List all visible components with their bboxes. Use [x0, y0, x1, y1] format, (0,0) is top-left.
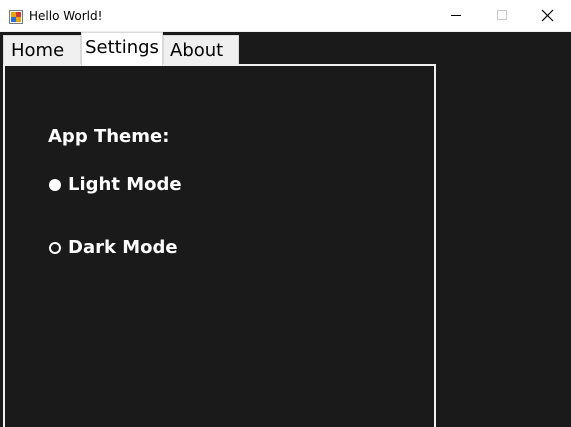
maximize-icon	[497, 10, 507, 20]
radio-unchecked-icon[interactable]	[49, 242, 61, 254]
close-button[interactable]	[525, 0, 571, 31]
radio-checked-icon[interactable]	[49, 179, 61, 191]
close-icon	[541, 9, 554, 22]
app-theme-label: App Theme:	[48, 126, 170, 147]
minimize-button[interactable]	[433, 0, 479, 31]
maximize-button[interactable]	[479, 0, 525, 31]
window-title: Hello World!	[29, 9, 103, 23]
tab-home[interactable]: Home	[3, 35, 81, 65]
dark-mode-label[interactable]: Dark Mode	[68, 237, 178, 259]
app-icon	[9, 9, 23, 24]
tab-settings[interactable]: Settings	[81, 32, 163, 66]
minimize-icon	[451, 15, 461, 16]
title-bar[interactable]: Hello World!	[0, 0, 571, 32]
tab-about[interactable]: About	[163, 35, 239, 65]
app-window: Hello World! Home Settings About App The…	[0, 0, 571, 427]
light-mode-label[interactable]: Light Mode	[68, 174, 182, 196]
